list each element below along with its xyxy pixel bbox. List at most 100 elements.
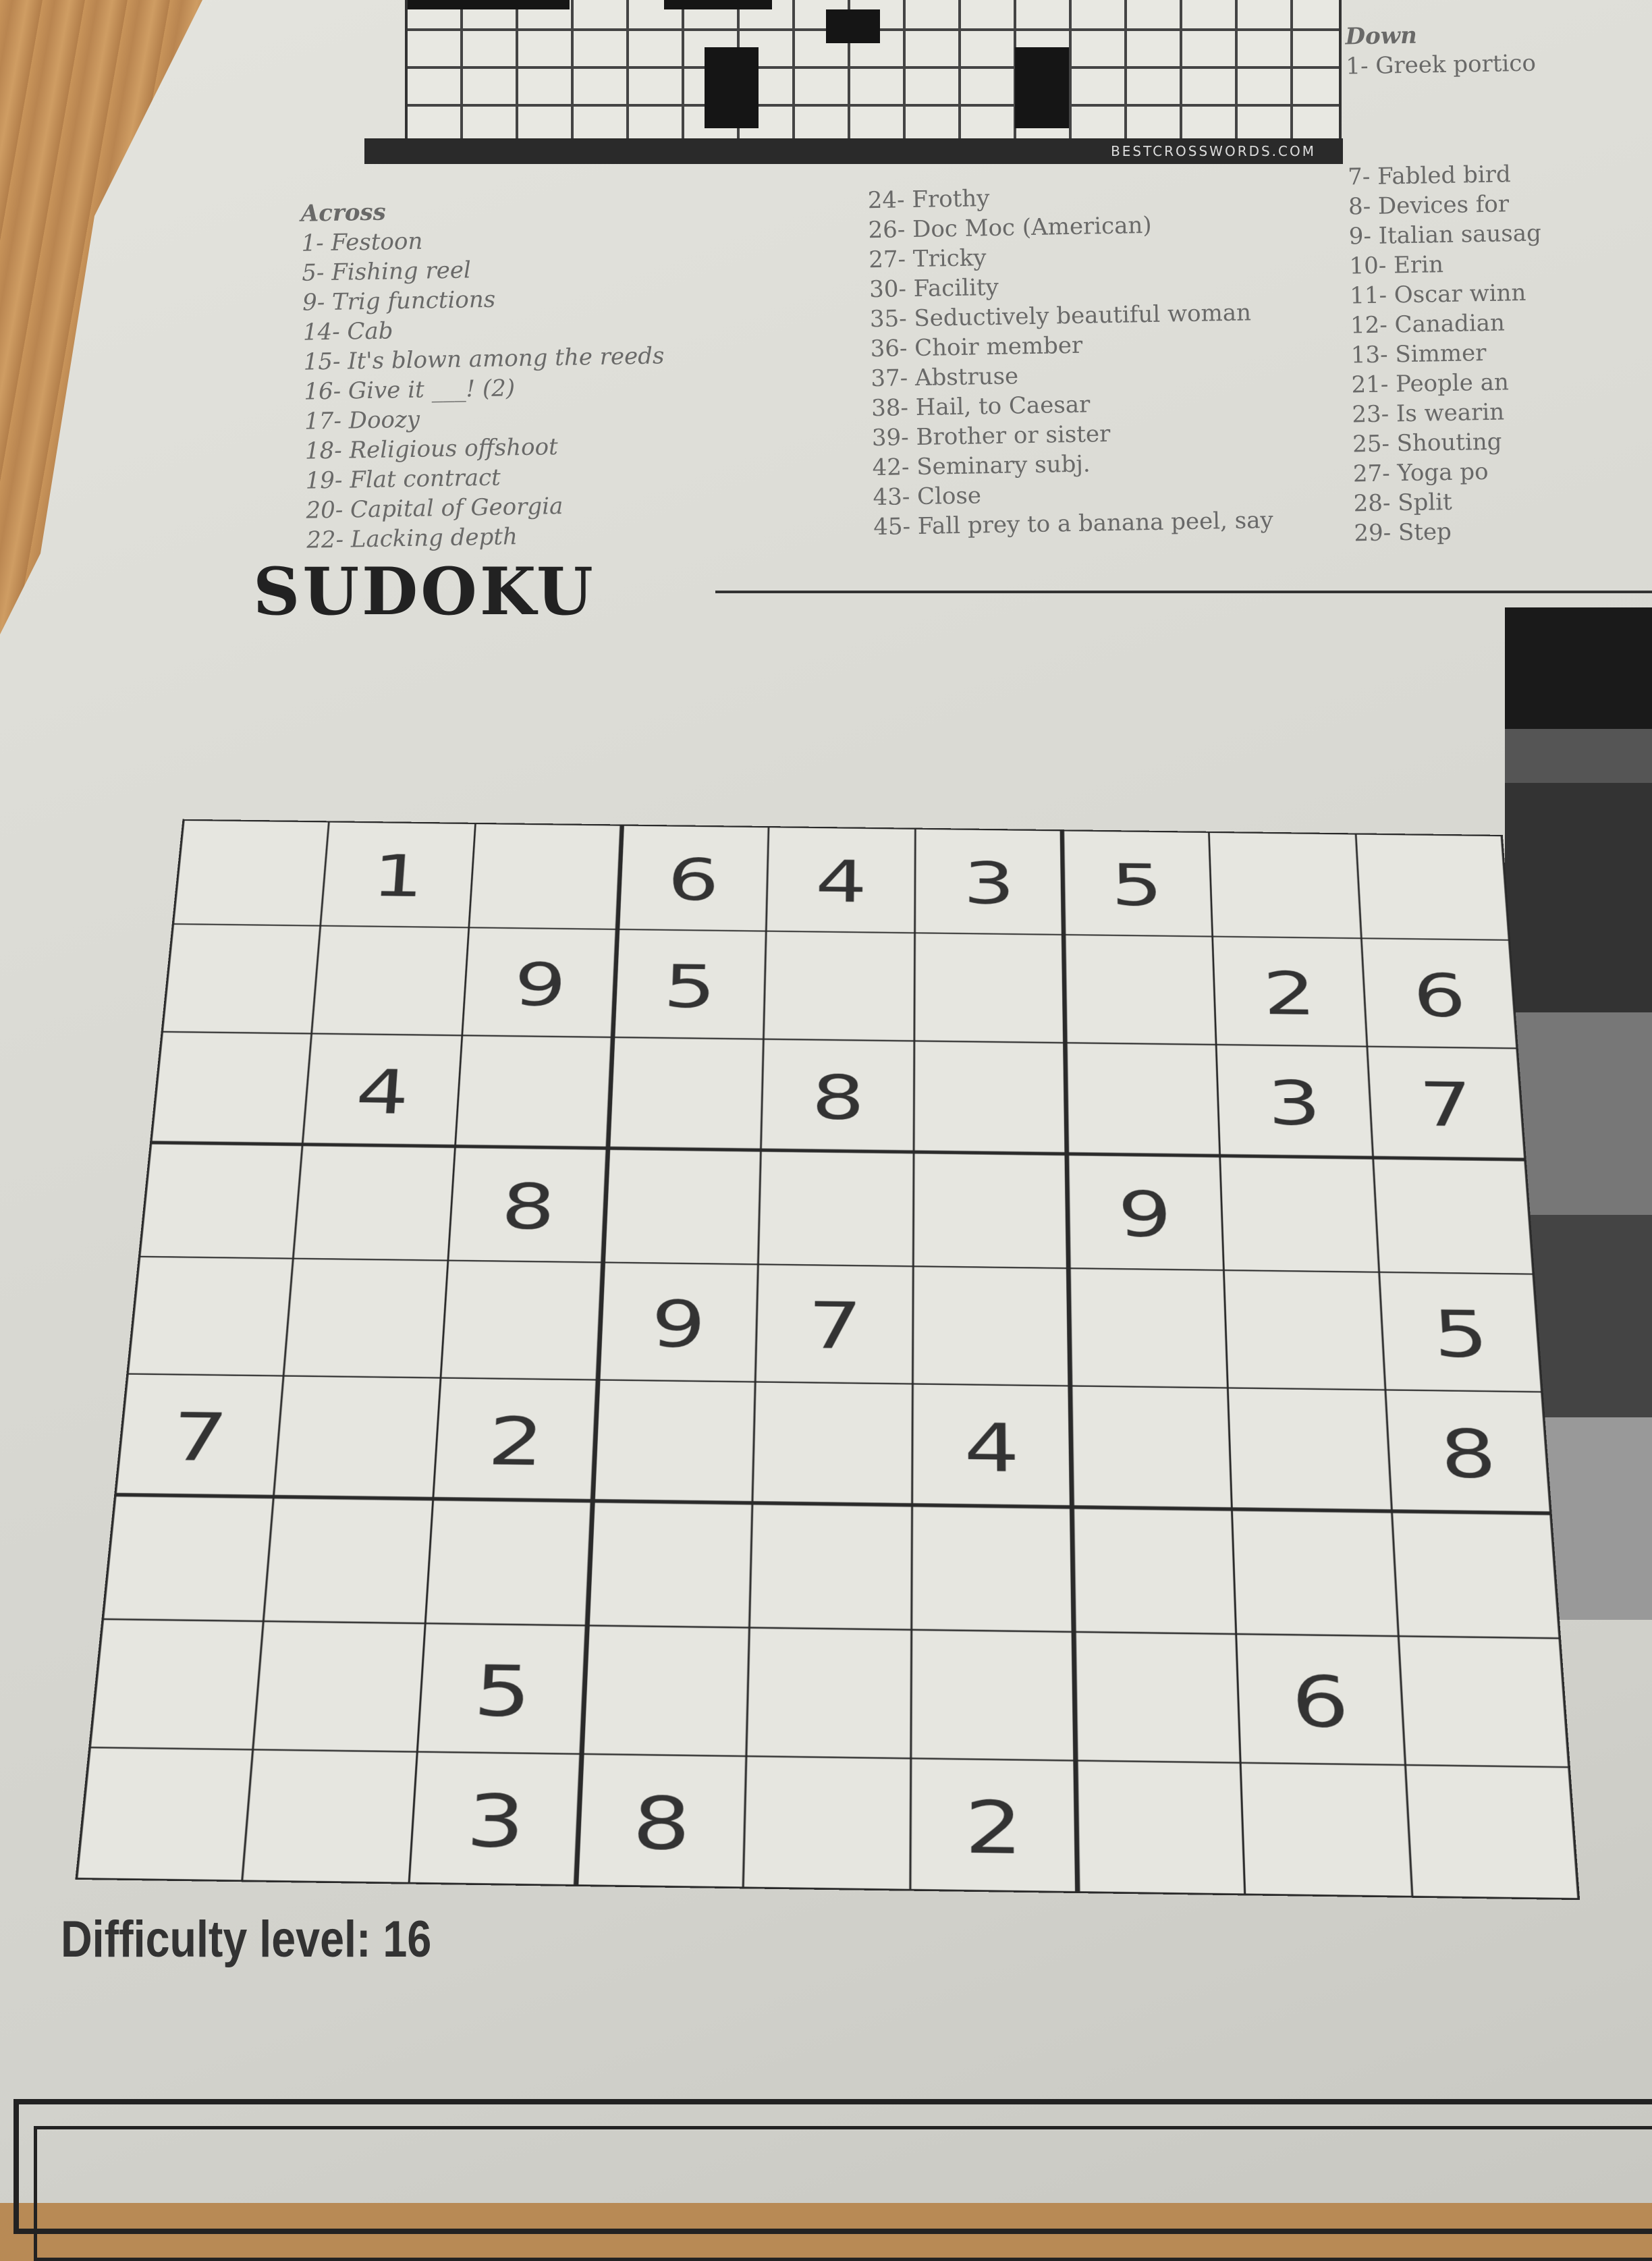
sudoku-empty-cell[interactable] — [915, 1508, 1071, 1629]
sudoku-empty-cell[interactable] — [105, 1497, 271, 1618]
sudoku-empty-cell[interactable] — [79, 1750, 250, 1879]
sudoku-empty-cell[interactable] — [756, 1384, 910, 1502]
sudoku-empty-cell[interactable] — [458, 1037, 609, 1145]
clue: 11- Oscar winn — [1349, 279, 1526, 310]
sudoku-empty-cell[interactable] — [246, 1752, 414, 1881]
sudoku-digit: 9 — [512, 950, 568, 1020]
clue: 12- Canadian — [1350, 309, 1506, 339]
difficulty-level: Difficulty level: 16 — [61, 1911, 432, 1968]
clue: 13- Simmer — [1350, 339, 1487, 369]
crossword-grid — [405, 0, 1342, 142]
sudoku-empty-cell[interactable] — [752, 1506, 909, 1627]
clue: 10- Erin — [1349, 251, 1444, 280]
sudoku-grid: 1 6 4 3 5 9 5 2 6 4 8 3 7 8 9 9 7 5 7 2 4 8 5 6 3 8 2 — [75, 819, 1580, 1900]
down-heading: Down — [1345, 22, 1418, 51]
crossword-black-square — [1015, 47, 1069, 128]
sudoku-empty-cell[interactable] — [596, 1382, 752, 1500]
sudoku-empty-cell[interactable] — [1077, 1635, 1237, 1760]
sudoku-digit: 9 — [1117, 1177, 1173, 1251]
sudoku-title: SUDOKU — [253, 553, 596, 630]
sudoku-empty-cell[interactable] — [1227, 1272, 1382, 1387]
sudoku-empty-cell[interactable] — [164, 926, 317, 1031]
clue: 1- Greek portico — [1346, 49, 1537, 80]
sudoku-empty-cell[interactable] — [1223, 1158, 1376, 1270]
sudoku-digit: 8 — [1438, 1415, 1499, 1494]
sudoku-empty-cell[interactable] — [917, 1043, 1064, 1152]
sudoku-digit: 3 — [963, 849, 1015, 917]
sudoku-empty-cell[interactable] — [175, 821, 326, 924]
next-puzzle-inner-border — [34, 2126, 1652, 2261]
sudoku-empty-cell[interactable] — [1402, 1639, 1566, 1764]
sudoku-digit: 5 — [663, 951, 717, 1021]
sudoku-empty-cell[interactable] — [746, 1759, 908, 1888]
sudoku-empty-cell[interactable] — [1231, 1390, 1388, 1508]
sudoku-digit: 4 — [964, 1409, 1020, 1488]
sudoku-empty-cell[interactable] — [277, 1378, 437, 1496]
sudoku-empty-cell[interactable] — [142, 1145, 300, 1256]
sudoku-empty-cell[interactable] — [1072, 1271, 1225, 1386]
sudoku-digit: 4 — [354, 1056, 412, 1128]
sudoku-empty-cell[interactable] — [472, 825, 619, 927]
sudoku-empty-cell[interactable] — [750, 1630, 908, 1755]
clue: 28- Split — [1353, 488, 1453, 518]
sudoku-empty-cell[interactable] — [444, 1263, 600, 1378]
sudoku-digit: 8 — [631, 1780, 692, 1866]
sudoku-empty-cell[interactable] — [916, 1269, 1067, 1384]
title-rule — [715, 591, 1652, 593]
sudoku-digit: 7 — [168, 1398, 231, 1477]
sudoku-digit: 8 — [811, 1062, 865, 1134]
sudoku-empty-cell[interactable] — [761, 1152, 910, 1263]
sudoku-empty-cell[interactable] — [1395, 1514, 1558, 1636]
crossword-black-square — [408, 0, 570, 9]
sudoku-digit: 5 — [1110, 851, 1163, 919]
sudoku-empty-cell[interactable] — [153, 1034, 308, 1142]
sudoku-digit: 3 — [464, 1778, 527, 1864]
sudoku-empty-cell[interactable] — [296, 1147, 452, 1258]
sudoku-empty-cell[interactable] — [1068, 1045, 1217, 1153]
sudoku-empty-cell[interactable] — [287, 1261, 445, 1375]
sudoku-digit: 5 — [1431, 1296, 1491, 1372]
sudoku-empty-cell[interactable] — [1212, 834, 1358, 936]
crossword-footer: BESTCROSSWORDS.COM — [364, 138, 1343, 164]
sudoku-empty-cell[interactable] — [1079, 1763, 1242, 1892]
sudoku-empty-cell[interactable] — [130, 1259, 290, 1373]
sudoku-empty-cell[interactable] — [914, 1633, 1072, 1758]
sudoku-empty-cell[interactable] — [767, 933, 912, 1039]
sudoku-empty-cell[interactable] — [92, 1622, 260, 1747]
crossword-black-square — [705, 47, 759, 128]
sudoku-digit: 1 — [370, 842, 426, 910]
sudoku-empty-cell[interactable] — [267, 1499, 429, 1620]
clue: 8- Devices for — [1348, 190, 1510, 221]
clue: 27- Yoga po — [1352, 458, 1489, 488]
sudoku-empty-cell[interactable] — [916, 1154, 1066, 1265]
sudoku-empty-cell[interactable] — [1359, 836, 1508, 938]
sudoku-empty-cell[interactable] — [1409, 1768, 1576, 1897]
sudoku-digit: 2 — [486, 1402, 545, 1481]
sudoku-empty-cell[interactable] — [917, 935, 1062, 1040]
sudoku-digit: 5 — [472, 1650, 533, 1733]
sudoku-digit: 2 — [964, 1785, 1023, 1872]
across-clues: Across 1- Festoon 5- Fishing reel 9- Tri… — [300, 192, 667, 555]
sudoku-digit: 4 — [815, 847, 867, 915]
sudoku-empty-cell[interactable] — [256, 1624, 422, 1749]
clue: 22- Lacking depth — [306, 523, 518, 554]
crossword-black-square — [826, 9, 880, 43]
sudoku-empty-cell[interactable] — [429, 1501, 589, 1623]
sudoku-grid-svg: 1 6 4 3 5 9 5 2 6 4 8 3 7 8 9 9 7 5 7 2 4 8 5 6 3 8 2 — [75, 819, 1580, 1900]
sudoku-empty-cell[interactable] — [606, 1151, 757, 1262]
sudoku-empty-cell[interactable] — [585, 1628, 746, 1753]
sudoku-empty-cell[interactable] — [1376, 1160, 1531, 1272]
sudoku-digit: 6 — [1290, 1660, 1350, 1743]
sudoku-empty-cell[interactable] — [1067, 937, 1213, 1042]
sudoku-empty-cell[interactable] — [1074, 1388, 1229, 1506]
sudoku-empty-cell[interactable] — [1235, 1512, 1395, 1634]
sudoku-empty-cell[interactable] — [314, 928, 466, 1033]
sudoku-digit: 2 — [1262, 958, 1317, 1029]
clue: 21- People an — [1351, 369, 1510, 399]
middle-clues: 24- Frothy 26- Doc Moc (American) 27- Tr… — [867, 179, 1273, 542]
sudoku-empty-cell[interactable] — [590, 1503, 749, 1625]
clue: 29- Step — [1354, 518, 1452, 547]
sudoku-empty-cell[interactable] — [1075, 1510, 1232, 1632]
sudoku-empty-cell[interactable] — [611, 1039, 761, 1148]
sudoku-empty-cell[interactable] — [1244, 1766, 1409, 1895]
